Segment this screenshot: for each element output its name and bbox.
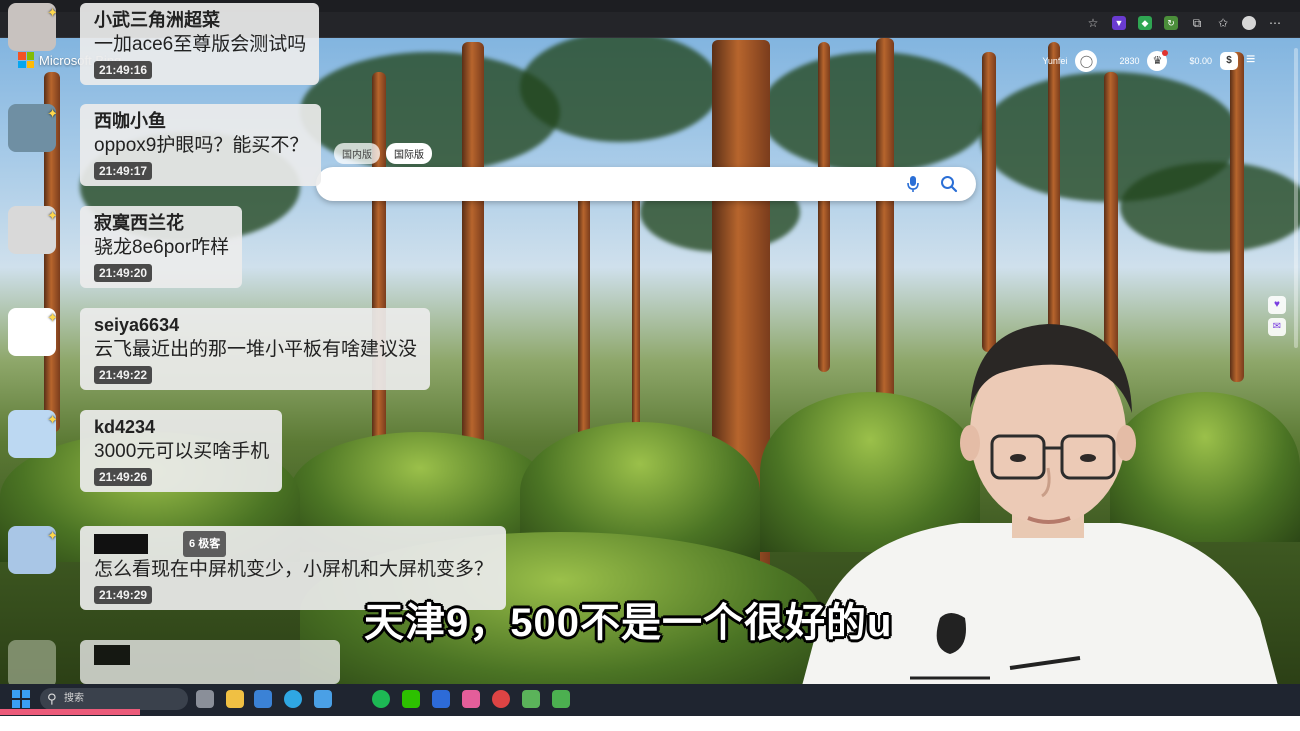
avatar: ✦ bbox=[8, 206, 56, 254]
more-icon[interactable]: ⋯ bbox=[1268, 16, 1282, 30]
app-icon[interactable] bbox=[462, 690, 480, 708]
redacted-username bbox=[94, 645, 130, 665]
chat-bubble: kd4234 3000元可以买啥手机 21:49:26 bbox=[80, 410, 283, 492]
microphone-icon[interactable] bbox=[906, 175, 920, 193]
chat-timestamp: 21:49:22 bbox=[94, 366, 153, 384]
chat-text: 骁龙8e6por咋样 bbox=[94, 237, 230, 258]
chat-message: ✦ 寂寞西兰花 骁龙8e6por咋样 21:49:20 bbox=[8, 206, 243, 288]
chat-username: kd4234 bbox=[94, 417, 156, 437]
sparkle-icon: ✦ bbox=[47, 528, 56, 543]
star-icon[interactable]: ☆ bbox=[1086, 16, 1100, 30]
avatar: ✦ bbox=[8, 3, 56, 51]
redacted-username bbox=[94, 534, 148, 555]
sparkle-icon: ✦ bbox=[47, 208, 56, 223]
chat-timestamp: 21:49:29 bbox=[94, 586, 153, 605]
mail-icon[interactable] bbox=[432, 690, 450, 708]
tab-china[interactable]: 国内版 bbox=[334, 143, 380, 164]
sparkle-icon: ✦ bbox=[47, 106, 56, 121]
taskbar bbox=[0, 684, 1300, 716]
photos-icon[interactable] bbox=[254, 690, 272, 708]
chat-message-partial bbox=[8, 640, 340, 688]
chat-username: 小武三角洲超菜 bbox=[94, 10, 220, 30]
sparkle-icon: ✦ bbox=[47, 5, 56, 20]
balance-text[interactable]: $0.00 bbox=[1189, 56, 1212, 66]
rewards-icon[interactable]: ♛ bbox=[1147, 50, 1169, 71]
chat-text: 云飞最近出的那一堆小平板有啥建议没 bbox=[94, 339, 418, 360]
bing-header-right: Yunfei ◯ 2830 ♛ $0.00 $ bbox=[1042, 50, 1238, 72]
chat-message: ✦ 西咖小鱼 oppox9护眼吗？能买不？ 21:49:17 bbox=[8, 104, 322, 186]
hamburger-menu-icon[interactable]: ≡ bbox=[1246, 52, 1260, 68]
user-avatar-icon[interactable]: ◯ bbox=[1075, 50, 1098, 72]
chat-bubble: 小武三角洲超菜 一加ace6至尊版会测试吗 21:49:16 bbox=[80, 3, 320, 85]
search-icon[interactable] bbox=[940, 175, 958, 193]
chat-message: ✦ 小武三角洲超菜 一加ace6至尊版会测试吗 21:49:16 bbox=[8, 3, 320, 85]
chat-username: 寂寞西兰花 bbox=[94, 213, 184, 233]
search-input[interactable] bbox=[316, 167, 976, 201]
ext-shield-icon[interactable]: ◆ bbox=[1138, 16, 1152, 30]
level-badge: 6 极客 bbox=[183, 531, 227, 558]
avatar bbox=[8, 640, 56, 688]
spotify-icon[interactable] bbox=[372, 690, 390, 708]
tab-international[interactable]: 国际版 bbox=[386, 143, 432, 164]
chat-timestamp: 21:49:17 bbox=[94, 162, 153, 180]
windows-start-icon[interactable] bbox=[12, 690, 30, 708]
chat-bubble: 寂寞西兰花 骁龙8e6por咋样 21:49:20 bbox=[80, 206, 243, 288]
user-name[interactable]: Yunfei bbox=[1042, 56, 1067, 66]
ext-refresh-icon[interactable]: ↻ bbox=[1164, 16, 1178, 30]
video-subtitle: 天津9，500不是一个很好的u bbox=[364, 601, 893, 645]
sparkle-icon: ✦ bbox=[47, 310, 56, 325]
chat-timestamp: 21:49:16 bbox=[94, 61, 153, 79]
page-scrollbar[interactable] bbox=[1294, 48, 1298, 348]
edge-icon[interactable] bbox=[284, 690, 302, 708]
favorites-icon[interactable]: ✩ bbox=[1216, 16, 1230, 30]
chat-text: oppox9护眼吗？能买不？ bbox=[94, 135, 309, 156]
chat-username: 6 极客 bbox=[94, 531, 493, 558]
chat-text: 一加ace6至尊版会测试吗 bbox=[94, 34, 307, 55]
puzzle-icon[interactable]: ⧉ bbox=[1190, 16, 1204, 30]
chat-message: ✦ kd4234 3000元可以买啥手机 21:49:26 bbox=[8, 410, 283, 492]
wechat-icon[interactable] bbox=[402, 690, 420, 708]
profile-icon[interactable] bbox=[1242, 16, 1256, 30]
chat-message: ✦ seiya6634 云飞最近出的那一堆小平板有啥建议没 21:49:22 bbox=[8, 308, 431, 390]
avatar: ✦ bbox=[8, 308, 56, 356]
chat-timestamp: 21:49:20 bbox=[94, 264, 153, 282]
taskbar-search[interactable]: 搜索 bbox=[40, 688, 188, 710]
copilot-icon[interactable]: ♥ bbox=[1268, 296, 1286, 314]
file-explorer-icon[interactable] bbox=[226, 690, 244, 708]
streamer-webcam bbox=[790, 324, 1290, 731]
avatar: ✦ bbox=[8, 104, 56, 152]
store-icon[interactable] bbox=[314, 690, 332, 708]
region-tabs: 国内版 国际版 bbox=[334, 143, 432, 164]
nvidia-icon[interactable] bbox=[522, 690, 540, 708]
chat-bubble: 西咖小鱼 oppox9护眼吗？能买不？ 21:49:17 bbox=[80, 104, 322, 186]
stream-progress-bar bbox=[0, 709, 140, 715]
avatar: ✦ bbox=[8, 526, 56, 574]
recorder-icon[interactable] bbox=[492, 690, 510, 708]
chat-text: 怎么看现在中屏机变少，小屏机和大屏机变多？ bbox=[94, 559, 494, 581]
bottom-margin bbox=[0, 716, 1300, 731]
chat-username: seiya6634 bbox=[94, 315, 180, 335]
avatar: ✦ bbox=[8, 410, 56, 458]
browser-toolbar-icons: ☆ ▼ ◆ ↻ ⧉ ✩ ⋯ bbox=[1086, 16, 1282, 30]
sparkle-icon: ✦ bbox=[47, 412, 56, 427]
chat-bubble bbox=[80, 640, 340, 684]
media-player-icon[interactable] bbox=[552, 690, 570, 708]
task-view-icon[interactable] bbox=[196, 690, 214, 708]
chat-text: 3000元可以买啥手机 bbox=[94, 441, 270, 462]
chat-bubble: seiya6634 云飞最近出的那一堆小平板有啥建议没 21:49:22 bbox=[80, 308, 431, 390]
chat-timestamp: 21:49:26 bbox=[94, 468, 153, 486]
ext-purple-icon[interactable]: ▼ bbox=[1112, 16, 1126, 30]
chat-username: 西咖小鱼 bbox=[94, 111, 166, 131]
rewards-points[interactable]: 2830 bbox=[1119, 56, 1139, 66]
dollar-icon[interactable]: $ bbox=[1220, 52, 1238, 70]
